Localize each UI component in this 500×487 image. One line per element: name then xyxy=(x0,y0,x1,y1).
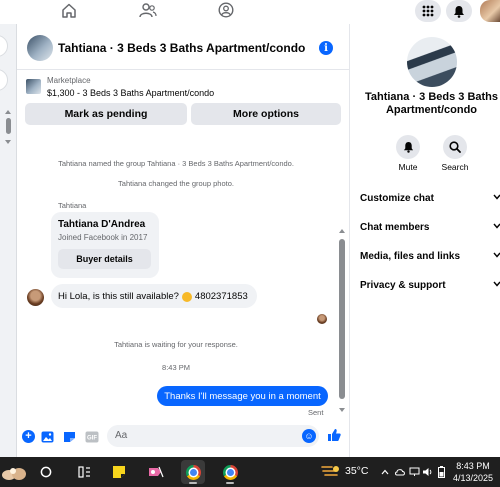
plus-icon[interactable]: + xyxy=(22,430,35,443)
message-input[interactable]: Aa ☺ xyxy=(107,425,319,447)
chevron-down-icon xyxy=(493,252,500,258)
info-panel-title: Tahtiana · 3 Beds 3 Baths Apartment/cond… xyxy=(364,91,499,116)
mute-label: Mute xyxy=(398,162,418,172)
profile-circle-icon[interactable] xyxy=(215,1,237,19)
scroll-up-arrow-icon[interactable] xyxy=(5,110,11,114)
sender-avatar[interactable] xyxy=(27,289,44,306)
listing-thumbnail[interactable] xyxy=(26,79,41,94)
chevron-down-icon xyxy=(493,194,500,200)
sidebar-collapsed-item[interactable] xyxy=(0,35,8,57)
incoming-message-text: Hi Lola, is this still available? xyxy=(58,290,179,302)
system-message-renamed: Tahtiana named the group Tahtiana · 3 Be… xyxy=(58,159,294,168)
image-icon[interactable] xyxy=(41,430,54,443)
chrome-app-icon-2[interactable] xyxy=(218,460,242,484)
cloud-icon[interactable] xyxy=(393,460,407,484)
sticker-icon[interactable] xyxy=(63,430,76,442)
emoji-icon[interactable]: ☺ xyxy=(302,429,316,443)
system-clock[interactable]: 8:43 PM 4/13/2025 xyxy=(448,460,498,484)
chrome-icon xyxy=(222,464,238,480)
seen-avatar xyxy=(317,314,327,324)
home-icon[interactable] xyxy=(58,1,80,19)
section-label: Media, files and links xyxy=(360,250,461,262)
search-icon xyxy=(443,135,467,159)
smiling-emoji-icon xyxy=(181,292,192,302)
chat-info-panel: Tahtiana · 3 Beds 3 Baths Apartment/cond… xyxy=(349,24,500,457)
network-icon[interactable] xyxy=(407,460,421,484)
user-avatar[interactable] xyxy=(480,0,500,22)
customize-chat-section[interactable]: Customize chat xyxy=(360,189,500,207)
search-circle-icon[interactable] xyxy=(34,460,58,484)
chevron-down-icon xyxy=(493,223,500,229)
sent-status: Sent xyxy=(308,408,324,417)
windows-taskbar: 35°C 8:43 PM 4/13/2025 xyxy=(0,457,500,487)
more-options-button[interactable]: More options xyxy=(191,103,341,125)
sender-name-caption: Tahtiana xyxy=(58,201,87,210)
message-timestamp: 8:43 PM xyxy=(162,363,190,372)
people-icon[interactable] xyxy=(137,1,159,19)
temperature-readout[interactable]: 35°C xyxy=(345,465,368,477)
group-photo[interactable] xyxy=(27,35,53,61)
svg-text:GIF: GIF xyxy=(87,436,97,442)
waiting-notice: Tahtiana is waiting for your response. xyxy=(114,340,238,349)
buyer-details-button[interactable]: Buyer details xyxy=(58,249,151,269)
info-icon[interactable]: i xyxy=(319,41,333,55)
system-message-photo: Tahtiana changed the group photo. xyxy=(118,179,234,188)
speaker-icon[interactable] xyxy=(421,460,435,484)
left-scrollbar-thumb[interactable] xyxy=(6,118,11,134)
chat-panel: Tahtiana · 3 Beds 3 Baths Apartment/cond… xyxy=(17,24,349,457)
mark-as-pending-button[interactable]: Mark as pending xyxy=(25,103,187,125)
chat-members-section[interactable]: Chat members xyxy=(360,218,500,236)
search-label: Search xyxy=(441,162,469,172)
buyer-name: Tahtiana D'Andrea xyxy=(58,219,146,230)
sidebar-collapsed-item[interactable] xyxy=(0,69,8,91)
section-label: Privacy & support xyxy=(360,279,446,291)
search-button[interactable]: Search xyxy=(435,135,475,172)
gif-icon[interactable]: GIF xyxy=(85,430,99,443)
task-view-icon[interactable] xyxy=(72,460,96,484)
left-sidebar-strip xyxy=(0,24,17,457)
clock-time: 8:43 PM xyxy=(456,461,490,471)
incoming-message-phone: 4802371853 xyxy=(194,290,248,302)
clock-date: 4/13/2025 xyxy=(452,473,494,483)
weather-widget-icon[interactable] xyxy=(0,460,28,484)
screen: Tahtiana · 3 Beds 3 Baths Apartment/cond… xyxy=(0,0,500,487)
section-label: Chat members xyxy=(360,221,430,233)
chat-scroll-down-arrow-icon[interactable] xyxy=(339,408,345,412)
chat-scroll-up-arrow-icon[interactable] xyxy=(339,229,345,233)
bell-icon xyxy=(396,135,420,159)
active-indicator xyxy=(189,482,197,484)
chevron-up-icon[interactable] xyxy=(378,460,392,484)
scroll-down-arrow-icon[interactable] xyxy=(5,140,11,144)
sticky-notes-icon[interactable] xyxy=(107,460,131,484)
incoming-message[interactable]: Hi Lola, is this still available? 480237… xyxy=(51,284,257,308)
marketplace-caption: Marketplace xyxy=(47,76,91,85)
message-composer: + GIF Aa ☺ xyxy=(17,422,349,457)
listing-price-title[interactable]: $1,300 - 3 Beds 3 Baths Apartment/condo xyxy=(47,88,214,98)
message-input-placeholder: Aa xyxy=(115,430,128,441)
mute-button[interactable]: Mute xyxy=(388,135,428,172)
chrome-icon xyxy=(185,464,201,480)
thumbs-up-icon[interactable] xyxy=(327,428,341,441)
running-indicator xyxy=(226,482,234,484)
grid-menu-icon[interactable] xyxy=(415,0,441,22)
top-navigation xyxy=(0,0,500,24)
chat-scrollbar-thumb[interactable] xyxy=(339,239,345,399)
chat-title[interactable]: Tahtiana · 3 Beds 3 Baths Apartment/cond… xyxy=(58,41,305,55)
buyer-joined: Joined Facebook in 2017 xyxy=(58,233,148,242)
section-label: Customize chat xyxy=(360,192,434,204)
notifications-bell-icon[interactable] xyxy=(446,0,472,22)
group-profile-photo[interactable] xyxy=(407,37,457,87)
chevron-down-icon xyxy=(493,281,500,287)
buyer-profile-card: Tahtiana D'Andrea Joined Facebook in 201… xyxy=(51,212,159,278)
weather-sun-icon[interactable] xyxy=(320,460,342,484)
outgoing-message[interactable]: Thanks I'll message you in a moment xyxy=(157,386,328,406)
snipping-tool-icon[interactable] xyxy=(144,460,168,484)
media-files-links-section[interactable]: Media, files and links xyxy=(360,247,500,265)
battery-icon[interactable] xyxy=(435,460,448,484)
chat-header: Tahtiana · 3 Beds 3 Baths Apartment/cond… xyxy=(17,24,349,70)
chrome-app-icon[interactable] xyxy=(181,460,205,484)
privacy-support-section[interactable]: Privacy & support xyxy=(360,276,500,294)
marketplace-banner: Marketplace $1,300 - 3 Beds 3 Baths Apar… xyxy=(17,71,349,129)
